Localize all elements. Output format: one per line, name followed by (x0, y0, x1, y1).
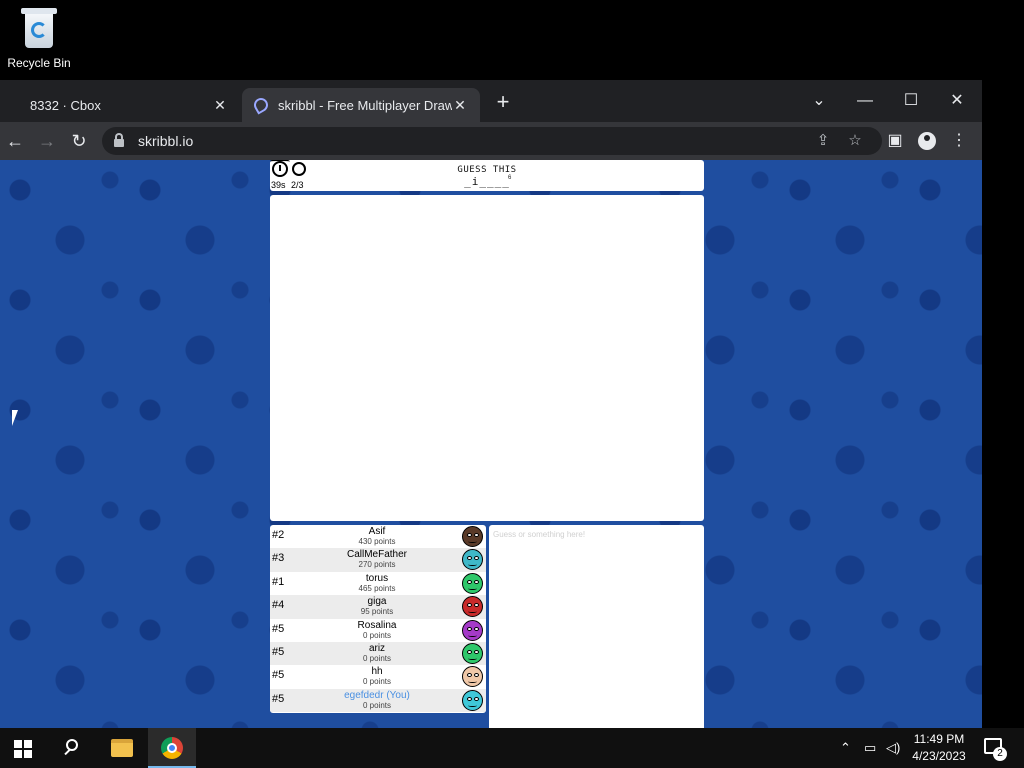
window-close-button[interactable]: ✕ (934, 86, 980, 116)
player-avatar-icon (462, 526, 483, 547)
player-avatar-icon (462, 549, 483, 571)
back-button[interactable]: ← (4, 130, 26, 152)
minimize-button[interactable]: — (842, 86, 888, 116)
player-row[interactable]: #5 ariz 0 points (270, 641, 486, 666)
tab-strip: 8332 · Cbox ✕ skribbl - Free Multiplayer… (0, 80, 982, 122)
player-row[interactable]: #5 egefdedr (You) 0 points (270, 688, 486, 713)
file-explorer-icon[interactable] (111, 739, 133, 757)
player-name: torus (365, 572, 389, 584)
clock-time: 11:49 PM (913, 732, 965, 746)
game-header: 39s 2/3 GUESS THIS _i____ 6 (270, 160, 704, 191)
chat-panel[interactable]: Guess or something here! (489, 525, 704, 728)
clock-date: 4/23/2023 (912, 749, 966, 763)
player-points: 0 points (362, 677, 392, 687)
player-name: hh (371, 666, 383, 678)
player-rank: #5 (272, 622, 285, 635)
chrome-menu-button[interactable]: ⋮ (948, 130, 970, 152)
browser-window: 8332 · Cbox ✕ skribbl - Free Multiplayer… (0, 80, 982, 728)
recycle-bin-icon (19, 6, 59, 50)
share-icon[interactable]: ⇪ (812, 127, 834, 155)
volume-icon[interactable]: ◁) (886, 740, 900, 756)
player-row[interactable]: #2 Asif 430 points (270, 525, 486, 548)
recycle-bin-label: Recycle Bin (7, 56, 71, 70)
tab-cbox[interactable]: 8332 · Cbox ✕ (8, 88, 240, 122)
address-bar[interactable]: skribbl.io ⇪ ☆ (102, 127, 882, 155)
player-list: #2 Asif 430 points #3 CallMeFather 270 points… (270, 525, 486, 713)
player-rank: #4 (272, 599, 285, 612)
player-row[interactable]: #5 Rosalina 0 points (270, 619, 486, 642)
player-avatar-icon (462, 572, 483, 594)
player-points: 0 points (362, 700, 392, 710)
maximize-button[interactable]: ☐ (888, 86, 934, 116)
player-rank: #2 (272, 529, 285, 541)
profile-button[interactable] (916, 130, 938, 152)
taskbar: ⌃ ▭ ◁) 11:49 PM 4/23/2023 2 (0, 728, 1024, 768)
player-name: Rosalina (357, 619, 397, 631)
mouse-cursor-icon (11, 409, 24, 429)
tab-close-icon[interactable]: ✕ (452, 97, 468, 114)
player-rank: #5 (272, 669, 285, 682)
reload-button[interactable]: ↻ (68, 130, 90, 152)
skribbl-page: 39s 2/3 GUESS THIS _i____ 6 #2 Asif 430 po… (0, 160, 982, 728)
tab-title: skribbl - Free Multiplayer Drawing (278, 97, 452, 113)
guess-label: GUESS THIS (457, 165, 517, 175)
tab-title: 8332 · Cbox (30, 97, 101, 113)
player-avatar-icon (462, 619, 483, 641)
player-row[interactable]: #1 torus 465 points (270, 572, 486, 595)
player-points: 270 points (358, 560, 396, 570)
browser-toolbar: ← → ↻ skribbl.io ⇪ ☆ ▣ ⋮ (0, 122, 982, 160)
windows-logo-icon (14, 740, 22, 748)
taskbar-search-icon[interactable] (62, 738, 82, 758)
player-name: CallMeFather (346, 549, 408, 561)
player-points: 95 points (360, 607, 394, 617)
player-name: egefdedr (You) (344, 689, 410, 701)
drawing-canvas[interactable] (270, 195, 704, 521)
player-rank: #5 (272, 645, 285, 658)
player-avatar-icon (462, 596, 483, 618)
player-rank: #1 (272, 575, 285, 588)
side-panel-button[interactable]: ▣ (884, 130, 906, 152)
notification-badge: 2 (993, 747, 1007, 761)
tray-chevron-icon[interactable]: ⌃ (840, 740, 851, 756)
word-length: 6 (508, 175, 512, 181)
player-points: 0 points (362, 630, 392, 640)
profile-icon (918, 132, 936, 150)
lock-icon[interactable] (114, 133, 124, 147)
new-tab-button[interactable]: + (492, 91, 514, 114)
forward-button[interactable]: → (36, 130, 58, 152)
bookmark-star-icon[interactable]: ☆ (844, 127, 866, 155)
player-avatar-icon (462, 689, 483, 711)
system-clock[interactable]: 11:49 PM 4/23/2023 (904, 731, 974, 765)
player-row[interactable]: #5 hh 0 points (270, 665, 486, 688)
network-icon[interactable]: ▭ (864, 740, 876, 756)
chrome-icon (161, 737, 183, 759)
player-name: ariz (368, 642, 386, 654)
tab-close-icon[interactable]: ✕ (212, 97, 228, 114)
player-name: giga (367, 596, 387, 608)
tab-search-button[interactable]: ⌄ (796, 86, 842, 116)
chat-placeholder: Guess or something here! (493, 530, 586, 539)
address-text: skribbl.io (138, 133, 194, 149)
player-rank: #5 (272, 692, 285, 705)
player-points: 430 points (358, 537, 396, 546)
player-avatar-icon (462, 666, 483, 688)
taskbar-chrome-button[interactable] (148, 728, 196, 768)
player-avatar-icon (462, 642, 483, 664)
player-rank: #3 (272, 552, 285, 565)
player-row[interactable]: #3 CallMeFather 270 points (270, 548, 486, 572)
start-button[interactable] (14, 740, 32, 758)
word-hint: _i____ (464, 175, 510, 188)
player-points: 465 points (358, 583, 396, 593)
player-name: Asif (368, 526, 386, 537)
player-points: 0 points (362, 653, 392, 663)
recycle-bin-shortcut[interactable]: Recycle Bin (4, 6, 74, 70)
tab-skribbl[interactable]: skribbl - Free Multiplayer Drawing ✕ (242, 88, 480, 122)
player-row[interactable]: #4 giga 95 points (270, 595, 486, 619)
